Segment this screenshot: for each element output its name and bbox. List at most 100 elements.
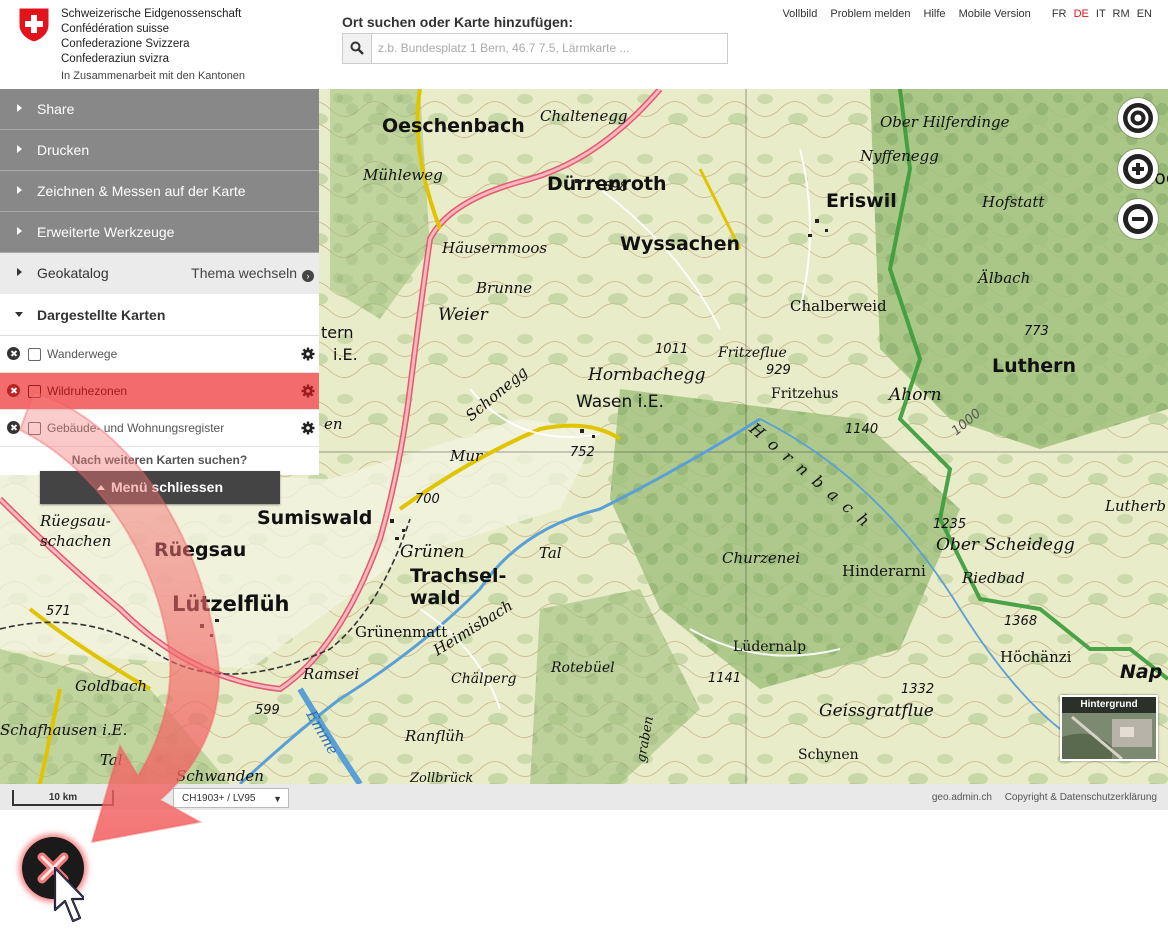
map-label: Lüdernalp [733,639,807,655]
confederation-name: Schweizerische Eidgenossenschaft Confédé… [61,7,241,67]
remove-layer-icon[interactable] [7,384,20,397]
remove-layer-icon[interactable] [7,421,20,434]
map-label: Mühleweg [363,166,443,184]
search-title: Ort suchen oder Karte hinzufügen: [342,14,574,30]
side-menu: Share Drucken Zeichnen & Messen auf der … [0,89,319,504]
menu-dargestellte-karten[interactable]: Dargestellte Karten [0,294,319,336]
map-label: tern [321,323,354,342]
layer-visibility-checkbox[interactable] [28,422,41,435]
map-label: Fritzehus [771,386,839,402]
chevron-down-icon: ▼ [273,794,282,804]
background-switcher[interactable]: Hintergrund [1060,695,1158,761]
map-label: Trachsel- [410,565,507,587]
gear-icon[interactable] [301,347,315,361]
map-label: Chälperg [451,671,517,687]
lang-de[interactable]: DE [1074,8,1089,20]
menu-share-label: Share [37,101,75,117]
link-mobile-version[interactable]: Mobile Version [959,8,1031,20]
header: Schweizerische Eidgenossenschaft Confédé… [0,0,1168,89]
map-label: Nyffenegg [860,147,939,165]
map-label: schachen [40,532,112,550]
map-label: wald [410,587,461,609]
confederation-line: Confederazione Svizzera [61,38,190,50]
lang-it[interactable]: IT [1096,8,1106,20]
gear-icon[interactable] [301,421,315,435]
map-label: Brunne [476,279,533,297]
menu-drucken[interactable]: Drucken [0,130,319,171]
map-label: Chaltenegg [540,107,628,125]
zoom-in-button[interactable] [1118,149,1158,189]
swiss-coat-of-arms-icon [18,7,50,43]
zoom-out-icon [1123,204,1153,234]
map-label: 773 [1024,324,1049,339]
map-label: Hofstatt [982,193,1045,211]
locate-button[interactable] [1118,98,1158,138]
map-label: 1140 [845,422,879,437]
layer-name: Wanderwege [47,347,118,361]
chevron-up-icon [96,485,105,490]
crs-select[interactable]: CH1903+ / LV95 ▼ [173,788,289,808]
map-label: Churzenei [722,549,801,567]
search-input[interactable] [372,34,734,62]
mouse-cursor-icon [53,866,84,923]
menu-share[interactable]: Share [0,89,319,130]
map-label: Grünen [400,542,465,562]
map-label: Rotebüel [551,660,615,676]
menu-geokatalog[interactable]: Geokatalog Thema wechseln › [0,253,319,294]
map-label: Ahorn [889,385,942,405]
close-menu-label: Menü schliessen [110,479,224,495]
menu-erweiterte-werkzeuge[interactable]: Erweiterte Werkzeuge [0,212,319,253]
menu-werkzeuge-label: Erweiterte Werkzeuge [37,224,175,240]
map-label: Wasen i.E. [576,392,664,412]
map-label: Lutherb [1105,497,1166,515]
thema-wechseln-label: Thema wechseln [191,265,297,281]
dargestellte-karten-label: Dargestellte Karten [37,307,166,323]
zoom-in-icon [1123,154,1153,184]
map-label: Chalberweid [790,297,887,315]
search-button[interactable] [343,34,372,63]
site-link[interactable]: geo.admin.ch [932,792,992,803]
copyright-link[interactable]: Copyright & Datenschutzerklärung [1005,792,1157,803]
map-label: Zollbrück [410,771,474,784]
close-menu-button[interactable]: Menü schliessen [40,471,280,504]
chevron-right-icon [17,268,22,276]
layer-visibility-checkbox[interactable] [28,385,41,398]
gear-icon[interactable] [301,384,315,398]
map-label: Geissgratflue [819,701,934,721]
chevron-right-icon [17,227,22,235]
lang-en[interactable]: EN [1137,8,1152,20]
map-label: Schwanden [176,767,264,784]
menu-drucken-label: Drucken [37,142,90,158]
lang-fr[interactable]: FR [1052,8,1067,20]
map-label: 1011 [655,342,689,357]
menu-zeichnen-messen[interactable]: Zeichnen & Messen auf der Karte [0,171,319,212]
scale-bar: 10 km [12,790,114,806]
layer-visibility-checkbox[interactable] [28,348,41,361]
link-vollbild[interactable]: Vollbild [782,8,817,20]
footer-links: geo.admin.ch Copyright & Datenschutzerkl… [922,792,1157,803]
map-label: Tal [100,751,123,769]
layer-name: Gebäude- und Wohnungsregister [47,421,225,435]
map-label: Hinderarni [842,562,926,580]
lang-rm[interactable]: RM [1113,8,1130,20]
background-switcher-label: Hintergrund [1062,697,1156,713]
zoom-out-button[interactable] [1118,199,1158,239]
map-label: Tal [539,544,562,562]
map-label: en [324,415,343,433]
map-label: 698 [603,180,628,195]
crs-value: CH1903+ / LV95 [182,793,256,804]
map-label: 1235 [933,517,967,532]
link-problem-melden[interactable]: Problem melden [830,8,910,20]
map-label: Mur [450,447,483,465]
layer-row-gebaeude-wohnungsregister: Gebäude- und Wohnungsregister [0,410,319,447]
map-label: Grünenmatt [355,623,448,641]
thema-wechseln-button[interactable]: Thema wechseln › [191,265,314,282]
map-label: Weier [438,305,488,325]
map-label: 571 [46,604,71,619]
map-label: Oeschenbach [382,115,525,137]
link-hilfe[interactable]: Hilfe [924,8,946,20]
map-label: Wyssachen [620,233,740,255]
map-label: Hornbachegg [588,365,706,385]
map-label: Schafhausen i.E. [0,721,128,739]
remove-layer-icon[interactable] [7,347,20,360]
